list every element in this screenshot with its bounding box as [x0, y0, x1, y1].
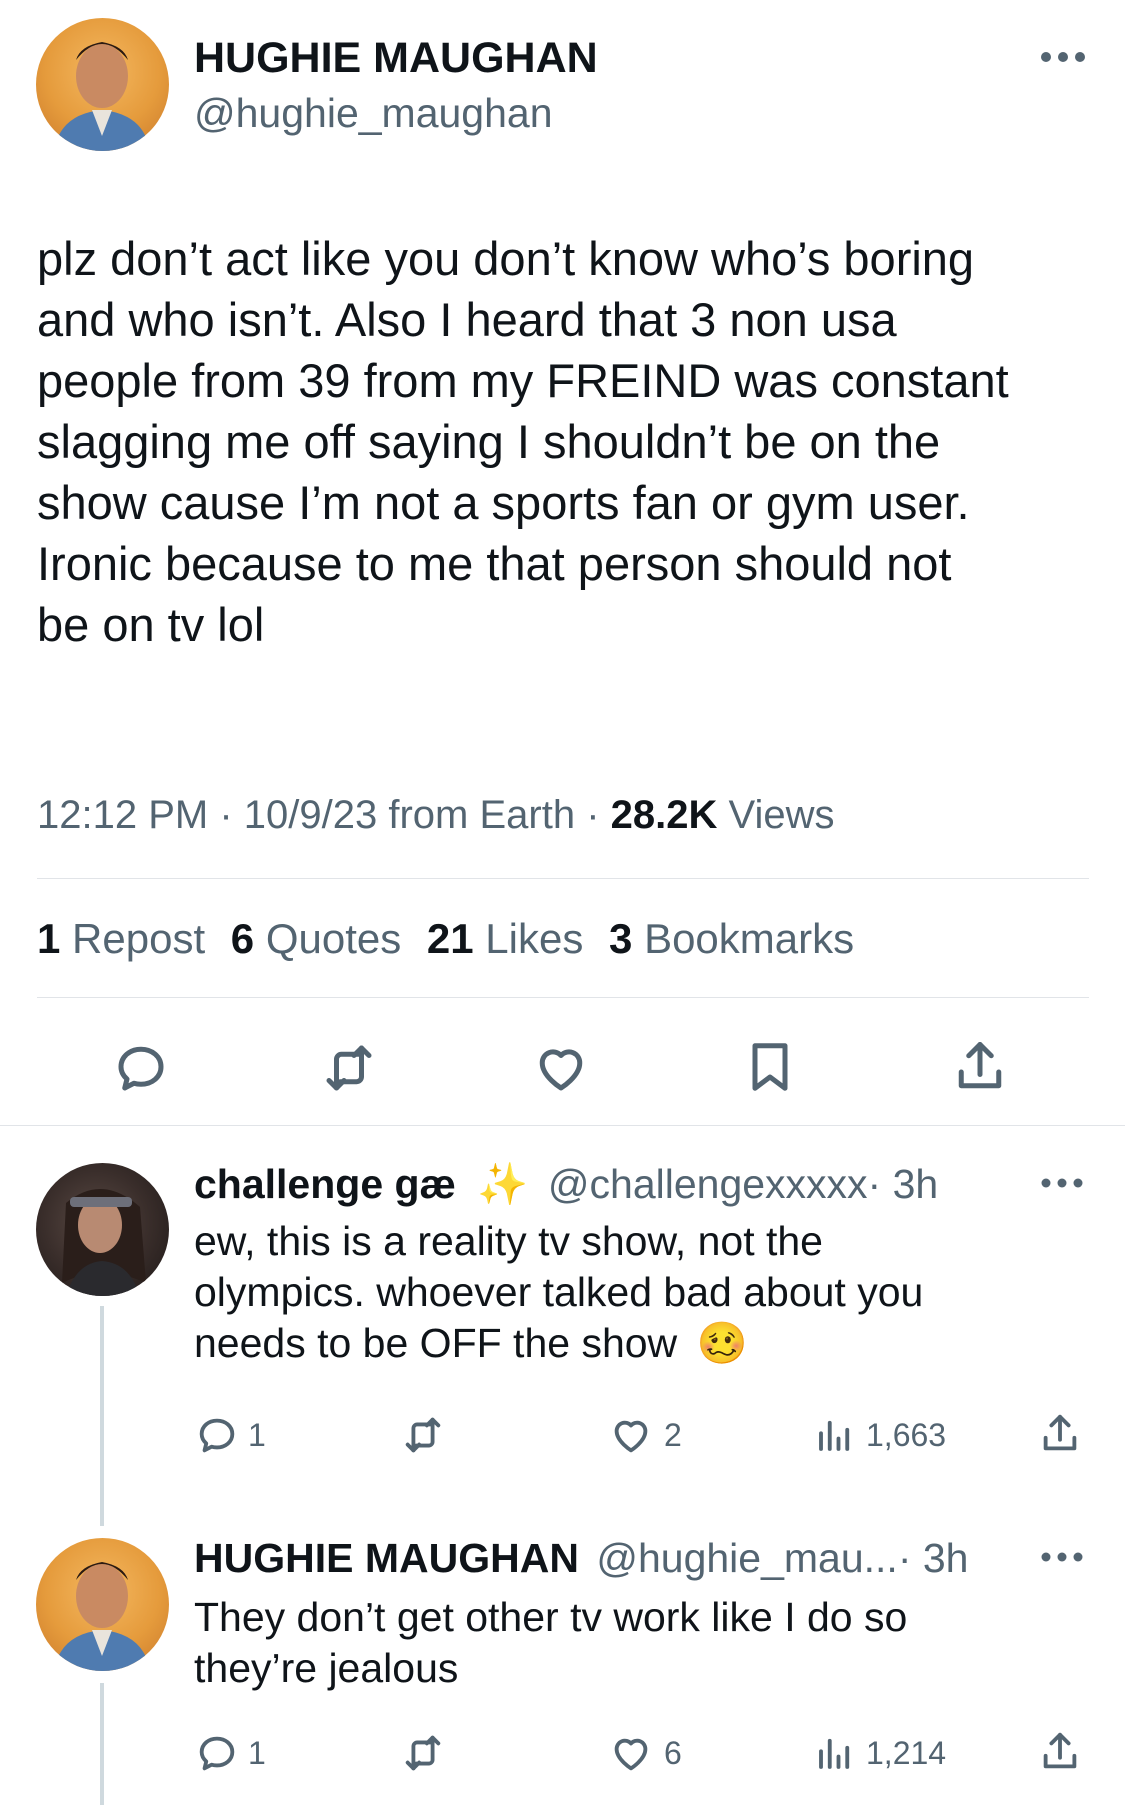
reposts-label: Repost [72, 915, 206, 962]
reply-count: 1 [248, 1734, 266, 1771]
bookmark-icon[interactable] [740, 1036, 800, 1098]
like-count: 2 [664, 1416, 682, 1453]
views-icon [814, 1730, 856, 1776]
share-icon[interactable] [1037, 1728, 1083, 1776]
reply-author-handle[interactable]: @hughie_mau... [596, 1535, 897, 1581]
more-icon[interactable] [1040, 50, 1086, 64]
view-count: 1,214 [866, 1734, 947, 1771]
tweet-meta: 12:12 PM · 10/9/23 from Earth · 28.2K Vi… [37, 790, 835, 840]
sparkles-icon: ✨ [477, 1161, 529, 1207]
quotes-count: 6 [230, 915, 255, 962]
tweet-text-line: Ironic because to me that person should … [37, 537, 952, 590]
thread-line [100, 1306, 104, 1526]
heart-icon[interactable] [531, 1038, 591, 1098]
reply-action-views[interactable]: 1,214 [814, 1730, 946, 1776]
thread-line [100, 1683, 104, 1805]
reply-action-repost[interactable] [399, 1730, 455, 1776]
view-count: 1,663 [866, 1416, 947, 1453]
tweet-text-line: and who isn’t. Also I heard that 3 non u… [37, 293, 897, 346]
views-label: Views [728, 793, 835, 837]
reply-text-line: ew, this is a reality tv show, not the [194, 1218, 823, 1264]
quotes-stat[interactable]: 6 Quotes [231, 915, 413, 962]
likes-stat[interactable]: 21 Likes [427, 915, 595, 962]
reply-header: HUGHIE MAUGHAN @hughie_mau...· 3h [194, 1532, 968, 1584]
reply-action-like[interactable]: 6 [608, 1730, 682, 1776]
reply-action-views[interactable]: 1,663 [814, 1412, 946, 1458]
reply-text: ew, this is a reality tv show, not the o… [194, 1216, 1074, 1369]
likes-count: 21 [426, 915, 474, 962]
tweet-text-line: plz don’t act like you don’t know who’s … [37, 232, 975, 285]
reply-action-repost[interactable] [399, 1412, 455, 1458]
reposts-count: 1 [37, 915, 61, 962]
meta-separator: · [219, 793, 233, 837]
more-icon[interactable] [1040, 1177, 1084, 1189]
reply-time[interactable]: · 3h [898, 1535, 969, 1581]
reply-text-line: needs to be OFF the show 🥴 [194, 1318, 1074, 1369]
more-icon[interactable] [1040, 1551, 1084, 1563]
reply-text-line: olympics. whoever talked bad about you [194, 1269, 924, 1315]
reply-icon [194, 1730, 240, 1776]
repost-icon [399, 1412, 447, 1458]
reposts-stat[interactable]: 1 Repost [37, 915, 217, 962]
reply-text: They don’t get other tv work like I do s… [194, 1592, 1074, 1694]
reply-count: 1 [248, 1416, 266, 1453]
tweet-date[interactable]: 10/9/23 from Earth [244, 793, 575, 837]
author-name[interactable]: HUGHIE MAUGHAN [194, 33, 598, 83]
divider [37, 878, 1089, 879]
like-count: 6 [664, 1734, 682, 1771]
views-icon [814, 1412, 856, 1458]
tweet-text-line: be on tv lol [37, 598, 265, 651]
meta-separator: · [586, 793, 600, 837]
share-icon[interactable] [1037, 1410, 1083, 1458]
tweet-text: plz don’t act like you don’t know who’s … [37, 228, 1097, 655]
divider [37, 997, 1089, 998]
views-count: 28.2K [610, 793, 718, 837]
tweet-time[interactable]: 12:12 PM [37, 793, 208, 837]
reply-text-segment: needs to be OFF the show [194, 1320, 678, 1366]
author-avatar[interactable] [36, 18, 169, 151]
bookmarks-stat[interactable]: 3 Bookmarks [609, 915, 854, 962]
quotes-label: Quotes [265, 915, 402, 962]
reply-time[interactable]: · 3h [868, 1161, 939, 1207]
reply-avatar[interactable] [36, 1538, 169, 1671]
repost-icon [399, 1730, 447, 1776]
tweet-stats: 1 Repost 6 Quotes 21 Likes 3 Bookmarks [37, 913, 854, 965]
reply-author-handle[interactable]: @challengexxxxx [548, 1161, 868, 1207]
tweet-text-line: people from 39 from my FREIND was consta… [37, 354, 1009, 407]
reply-icon[interactable] [111, 1038, 171, 1098]
tweet-text-line: show cause I’m not a sports fan or gym u… [37, 476, 970, 529]
reply-action-like[interactable]: 2 [608, 1412, 682, 1458]
reply-text-line: They don’t get other tv work like I do s… [194, 1594, 908, 1640]
author-handle[interactable]: @hughie_maughan [194, 88, 553, 138]
divider [0, 1125, 1125, 1126]
reply-text-line: they’re jealous [194, 1645, 459, 1691]
heart-icon [608, 1730, 654, 1776]
repost-icon[interactable] [318, 1038, 380, 1098]
bookmarks-count: 3 [609, 915, 633, 962]
reply-action-reply[interactable]: 1 [194, 1412, 266, 1458]
reply-icon [194, 1412, 240, 1458]
reply-author-name[interactable]: challenge gæ [194, 1161, 456, 1207]
woozy-face-icon: 🥴 [696, 1320, 748, 1366]
reply-avatar[interactable] [36, 1163, 169, 1296]
heart-icon [608, 1412, 654, 1458]
reply-header: challenge gæ ✨ @challengexxxxx· 3h [194, 1158, 938, 1210]
tweet-text-line: slagging me off saying I shouldn’t be on… [37, 415, 941, 468]
share-icon[interactable] [950, 1036, 1010, 1098]
reply-author-name[interactable]: HUGHIE MAUGHAN [194, 1535, 579, 1581]
likes-label: Likes [485, 915, 584, 962]
reply-action-reply[interactable]: 1 [194, 1730, 266, 1776]
bookmarks-label: Bookmarks [644, 915, 855, 962]
